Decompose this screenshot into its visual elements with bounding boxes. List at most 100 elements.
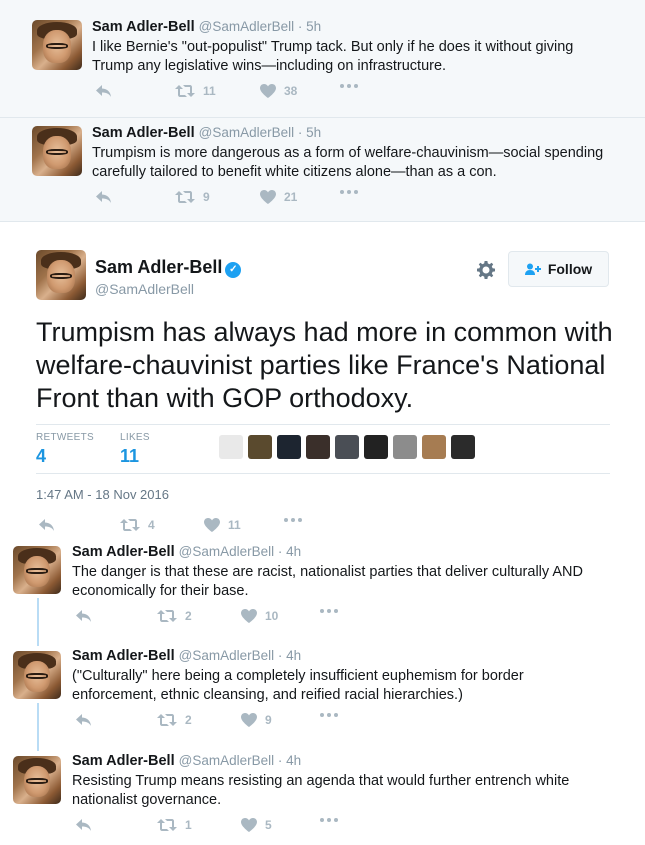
author-name[interactable]: Sam Adler-Bell [72, 544, 175, 560]
reply-button[interactable] [75, 609, 92, 623]
main-tweet-text: Trumpism has always had more in common w… [36, 316, 616, 415]
heart-icon [260, 190, 276, 204]
retweets-stat[interactable]: RETWEETS 4 [36, 432, 94, 467]
tweet-stats: RETWEETS 4 LIKES 11 [36, 424, 610, 474]
likes-label: LIKES [120, 432, 150, 443]
tweet-text-line: Trumpism has always had more in common w… [36, 317, 613, 347]
retweet-count: 11 [203, 84, 216, 98]
main-author-name[interactable]: Sam Adler-Bell ✓ [95, 257, 242, 278]
like-count: 11 [228, 518, 241, 532]
more-button[interactable] [320, 609, 338, 613]
author-meta: @SamAdlerBell · 4h [178, 753, 302, 768]
tweet-text-line: The danger is that these are racist, nat… [72, 564, 583, 580]
retweets-value: 4 [36, 446, 47, 466]
like-button[interactable]: 10 [241, 609, 278, 623]
tweet-timestamp[interactable]: 1:47 AM - 18 Nov 2016 [36, 487, 169, 502]
tweet-author[interactable]: Sam Adler-Bell @SamAdlerBell · 4h [72, 648, 301, 664]
liker-avatar[interactable] [335, 435, 359, 459]
tweet-text: ("Culturally" here being a completely in… [72, 667, 632, 705]
tweet-text-line: Trump any legislative wins—including on … [92, 58, 447, 74]
heart-icon [260, 84, 276, 98]
like-button[interactable]: 21 [260, 190, 297, 204]
author-name[interactable]: Sam Adler-Bell [72, 753, 175, 769]
liker-avatar[interactable] [306, 435, 330, 459]
main-avatar[interactable] [36, 250, 86, 300]
liker-avatar[interactable] [422, 435, 446, 459]
reply-icon [39, 519, 54, 531]
author-name[interactable]: Sam Adler-Bell [92, 125, 195, 141]
author-name[interactable]: Sam Adler-Bell [92, 19, 195, 35]
like-button[interactable]: 11 [204, 518, 241, 532]
avatar[interactable] [32, 126, 82, 176]
liker-avatar[interactable] [248, 435, 272, 459]
reply-button[interactable] [95, 84, 112, 98]
more-button[interactable] [320, 818, 338, 822]
reply-button[interactable] [75, 818, 92, 832]
retweet-icon [175, 85, 195, 97]
retweet-count: 2 [185, 713, 192, 727]
like-button[interactable]: 5 [241, 818, 272, 832]
avatar[interactable] [13, 651, 61, 699]
tweet-actions: 11 38 [95, 84, 395, 104]
avatar[interactable] [13, 756, 61, 804]
add-user-icon [524, 263, 541, 275]
author-name[interactable]: Sam Adler-Bell [95, 257, 222, 277]
author-meta: @SamAdlerBell · 4h [178, 648, 302, 663]
retweet-icon [175, 191, 195, 203]
verified-badge-icon: ✓ [225, 262, 242, 278]
avatar[interactable] [32, 20, 82, 70]
retweet-button[interactable]: 1 [157, 818, 192, 832]
tweet-text: Trumpism is more dangerous as a form of … [92, 144, 622, 182]
tweet-author[interactable]: Sam Adler-Bell @SamAdlerBell · 4h [72, 753, 301, 769]
liker-avatar[interactable] [393, 435, 417, 459]
tweet-author[interactable]: Sam Adler-Bell @SamAdlerBell · 5h [92, 125, 321, 141]
more-button[interactable] [340, 190, 358, 194]
context-tweet[interactable]: Sam Adler-Bell @SamAdlerBell · 5h Trumpi… [0, 118, 645, 222]
tweet-author[interactable]: Sam Adler-Bell @SamAdlerBell · 5h [92, 19, 321, 35]
author-meta: @SamAdlerBell · 4h [178, 544, 302, 559]
liker-avatar[interactable] [219, 435, 243, 459]
tweet-text: The danger is that these are racist, nat… [72, 563, 632, 601]
gear-icon[interactable] [476, 260, 496, 280]
like-button[interactable]: 38 [260, 84, 297, 98]
follow-label: Follow [547, 261, 593, 277]
reply-icon [76, 610, 91, 622]
more-button[interactable] [340, 84, 358, 88]
like-button[interactable]: 9 [241, 713, 272, 727]
avatar[interactable] [13, 546, 61, 594]
like-count: 9 [265, 713, 272, 727]
likes-stat[interactable]: LIKES 11 [120, 432, 150, 467]
more-icon [320, 713, 338, 717]
tweet-actions: 1 5 [75, 818, 375, 838]
retweet-button[interactable]: 2 [157, 609, 192, 623]
reply-icon [76, 714, 91, 726]
more-icon [284, 518, 302, 522]
reply-button[interactable] [38, 518, 55, 532]
retweet-icon [157, 714, 177, 726]
tweet-text-line: nationalist governance. [72, 792, 222, 808]
reply-button[interactable] [75, 713, 92, 727]
liker-avatar[interactable] [277, 435, 301, 459]
retweet-button[interactable]: 11 [175, 84, 216, 98]
context-tweet[interactable]: Sam Adler-Bell @SamAdlerBell · 5h I like… [0, 0, 645, 118]
like-count: 21 [284, 190, 298, 204]
more-button[interactable] [320, 713, 338, 717]
retweets-label: RETWEETS [36, 432, 94, 443]
main-author-handle[interactable]: @SamAdlerBell [95, 281, 194, 297]
heart-icon [241, 818, 257, 832]
follow-button[interactable]: Follow [508, 251, 609, 287]
reply-icon [76, 819, 91, 831]
retweet-button[interactable]: 9 [175, 190, 210, 204]
heart-icon [241, 609, 257, 623]
author-name[interactable]: Sam Adler-Bell [72, 648, 175, 664]
reply-button[interactable] [95, 190, 112, 204]
retweet-count: 9 [203, 190, 210, 204]
tweet-actions: 2 10 [75, 609, 375, 629]
liker-avatar[interactable] [451, 435, 475, 459]
tweet-text-line: ("Culturally" here being a completely in… [72, 668, 524, 684]
more-button[interactable] [284, 518, 302, 522]
liker-avatar[interactable] [364, 435, 388, 459]
retweet-button[interactable]: 2 [157, 713, 192, 727]
retweet-button[interactable]: 4 [120, 518, 155, 532]
tweet-author[interactable]: Sam Adler-Bell @SamAdlerBell · 4h [72, 544, 301, 560]
